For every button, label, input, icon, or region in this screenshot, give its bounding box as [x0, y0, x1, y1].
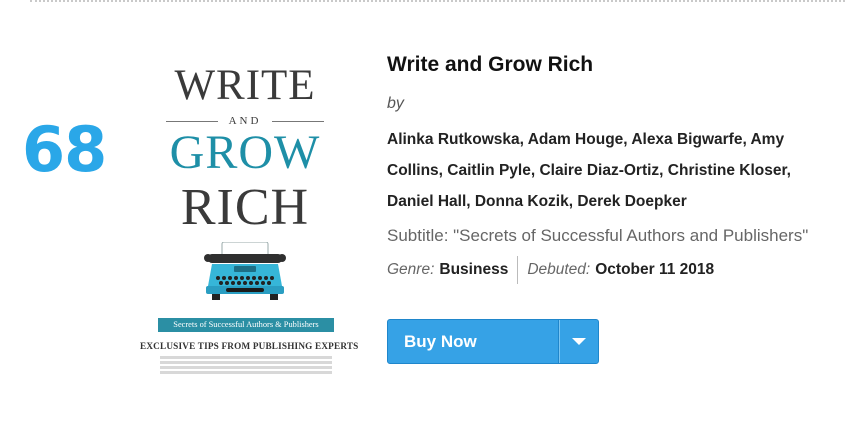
buy-options-toggle[interactable]	[558, 320, 598, 363]
genre-label: Genre:	[387, 261, 435, 278]
cover-rule-right	[272, 121, 324, 122]
cover-fine-print	[160, 366, 332, 369]
debuted-value: October 11 2018	[595, 261, 715, 278]
cover-title-line-1: WRITE	[174, 62, 316, 109]
book-cover[interactable]: WRITE AND GROW RICH Secrets of Successfu…	[140, 50, 359, 380]
book-subtitle: Subtitle: "Secrets of Successful Authors…	[387, 226, 809, 245]
rank-number: 68	[22, 113, 107, 186]
cover-fine-print	[160, 356, 332, 359]
cover-banner: Secrets of Successful Authors & Publishe…	[158, 318, 334, 332]
cover-title-line-3: GROW	[169, 126, 321, 179]
buy-now-button[interactable]: Buy Now	[387, 319, 599, 364]
book-title[interactable]: Write and Grow Rich	[387, 52, 593, 78]
cover-fine-print	[160, 361, 332, 364]
debuted-label: Debuted:	[527, 261, 591, 278]
author-list: Alinka Rutkowska, Adam Houge, Alexa Bigw…	[387, 131, 791, 210]
cover-fine-print	[160, 371, 332, 374]
book-meta: Genre: Business Debuted: October 11 2018	[387, 256, 714, 284]
chevron-down-icon	[571, 338, 586, 345]
genre-value: Business	[439, 261, 509, 278]
by-label: by	[387, 95, 404, 112]
typewriter-icon	[204, 242, 286, 300]
meta-divider	[517, 256, 519, 284]
cover-tagline: EXCLUSIVE TIPS FROM PUBLISHING EXPERTS	[140, 341, 359, 351]
buy-now-label[interactable]: Buy Now	[388, 320, 558, 363]
top-divider	[30, 0, 845, 2]
cover-title-line-4: RICH	[180, 179, 310, 236]
